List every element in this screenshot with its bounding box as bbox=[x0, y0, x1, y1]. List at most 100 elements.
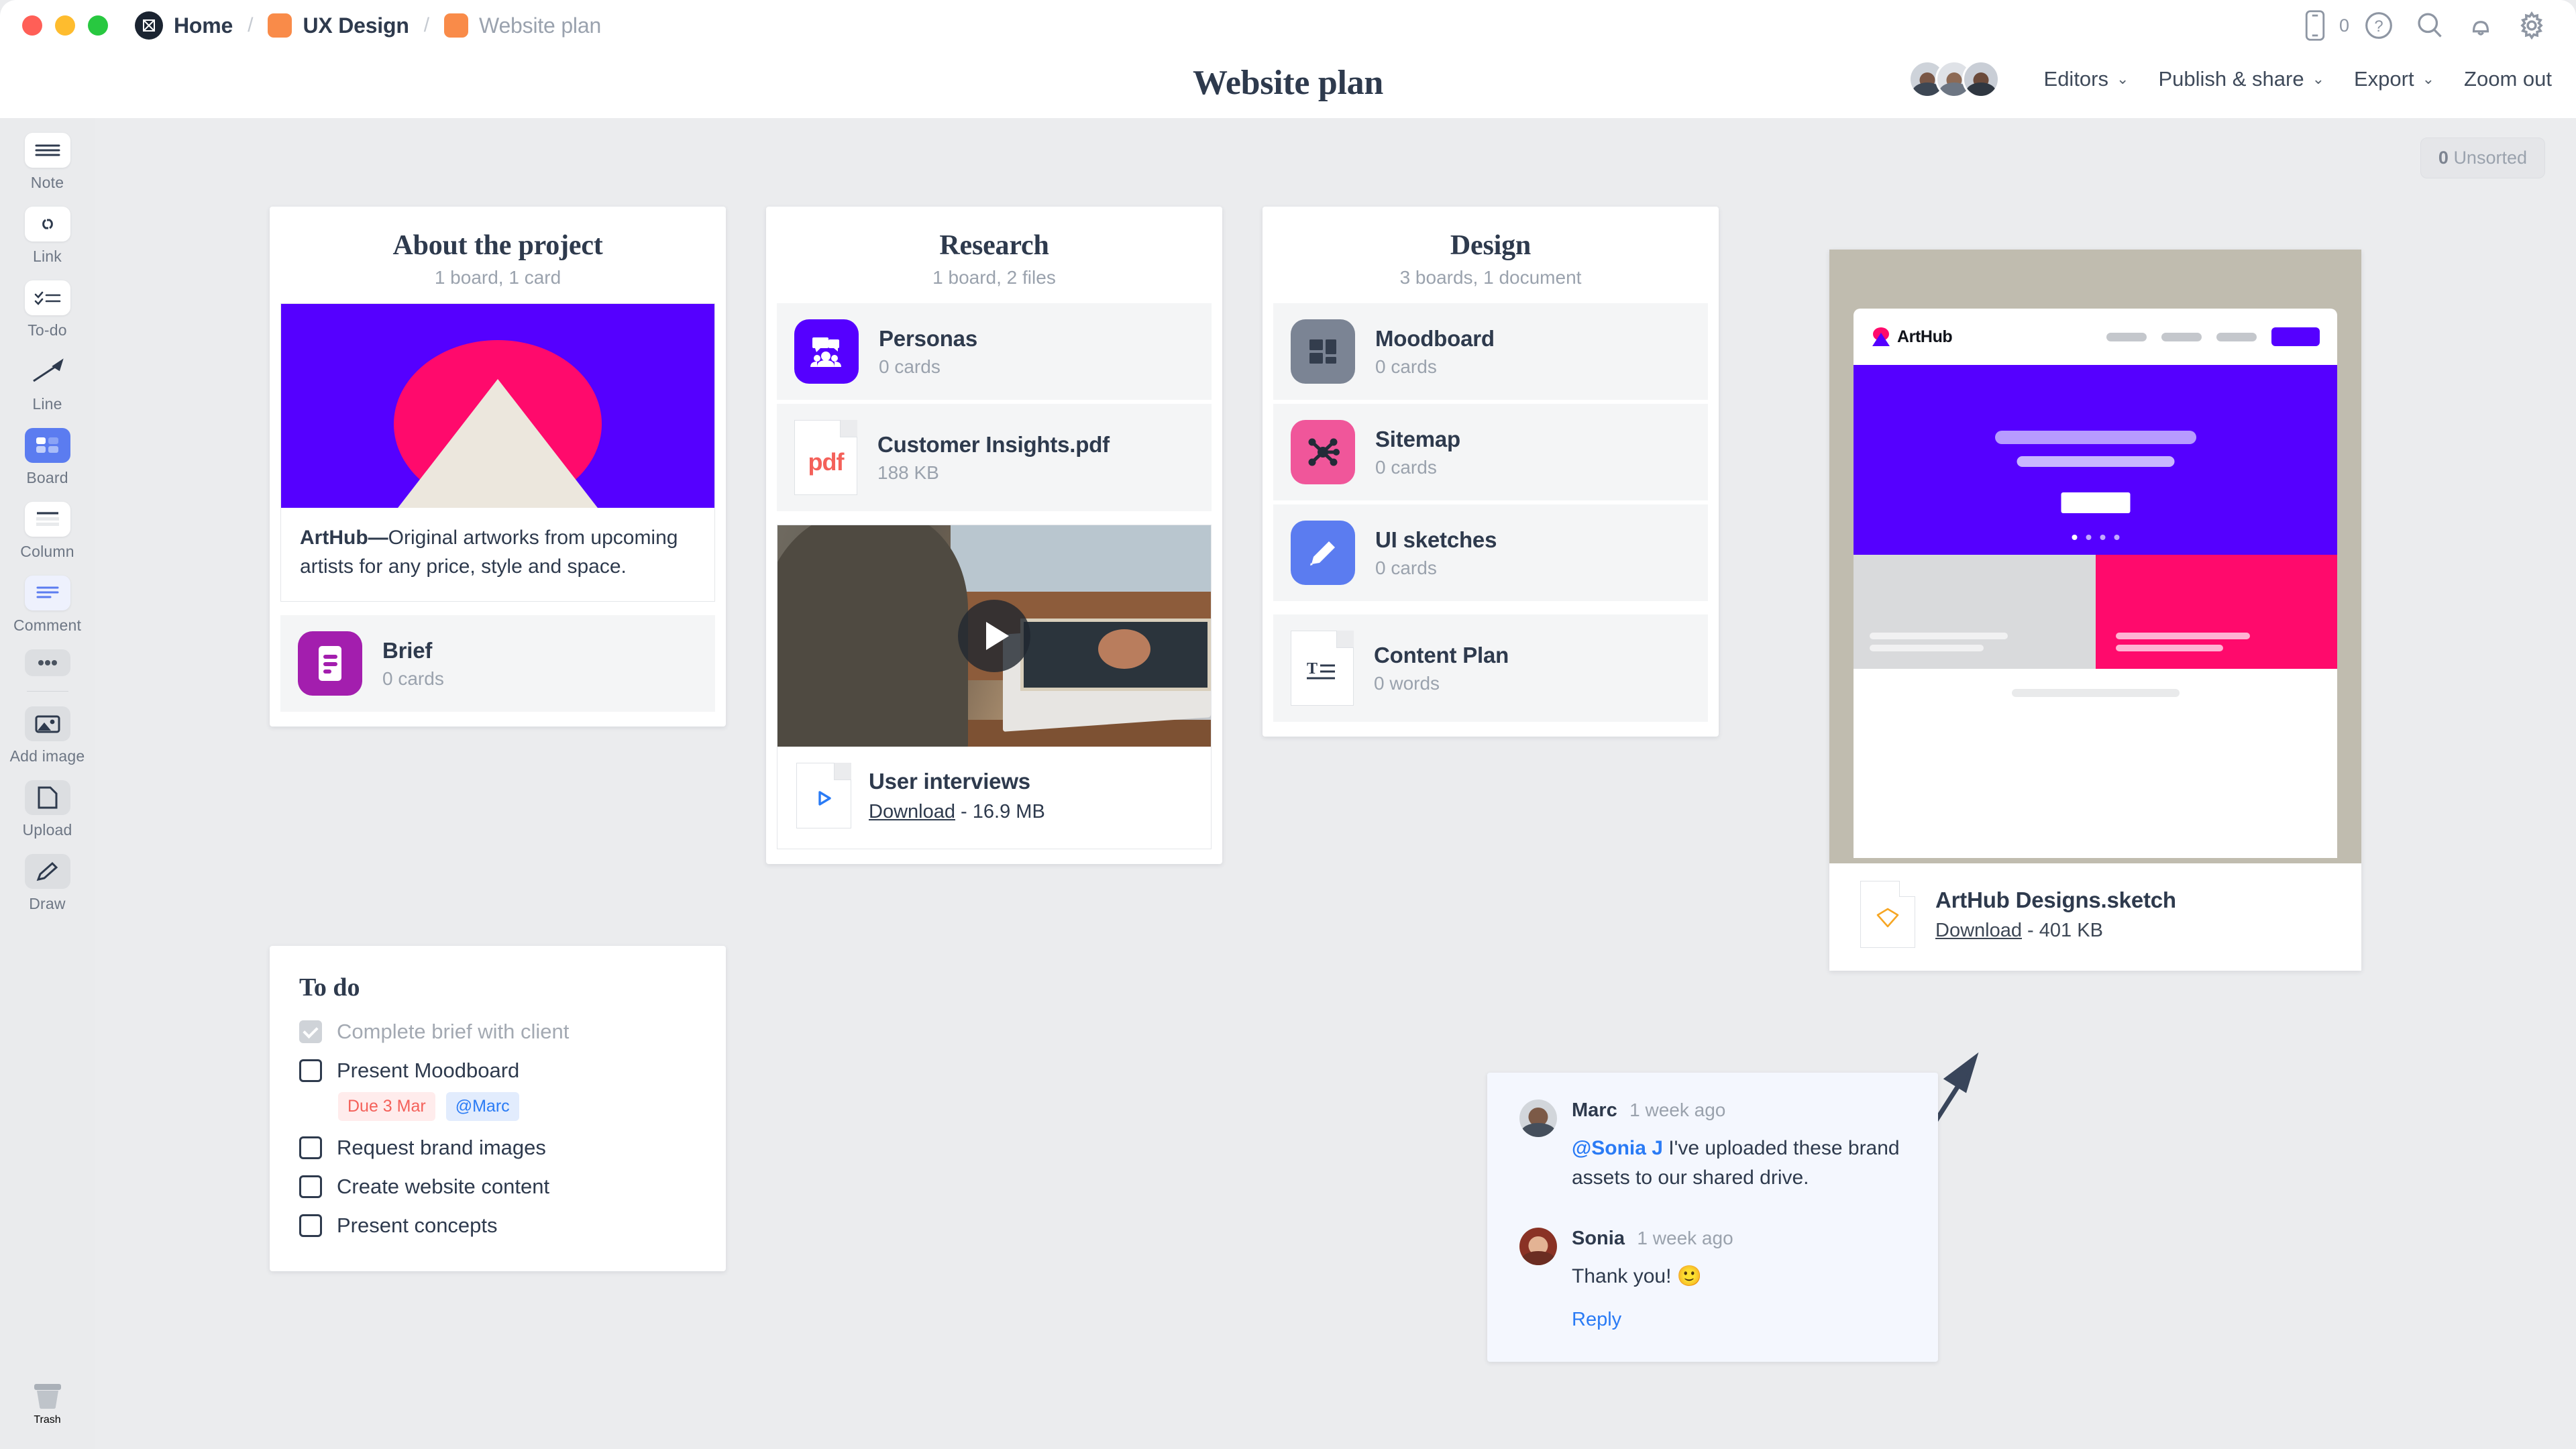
list-item[interactable]: pdf Customer Insights.pdf 188 KB bbox=[777, 404, 1212, 511]
unsorted-label: Unsorted bbox=[2453, 148, 2527, 168]
column-about-the-project[interactable]: About the project 1 board, 1 card ArtHub… bbox=[270, 207, 726, 727]
settings-icon[interactable] bbox=[2510, 4, 2553, 47]
list-item-title: Content Plan bbox=[1374, 642, 1509, 667]
list-item[interactable]: Personas 0 cards bbox=[777, 303, 1212, 400]
tool-todo[interactable]: To-do bbox=[0, 280, 95, 339]
list-item-title: UI sketches bbox=[1375, 527, 1497, 552]
todo-item[interactable]: Present concepts bbox=[299, 1214, 696, 1238]
notifications-icon[interactable] bbox=[2459, 4, 2502, 47]
tool-comment[interactable]: Comment bbox=[0, 576, 95, 635]
tool-more[interactable] bbox=[0, 649, 95, 676]
sketch-file-card[interactable]: ArtHub ArtHub Designs.sketch Download - … bbox=[1829, 250, 2361, 971]
comment-mention[interactable]: @Sonia J bbox=[1572, 1137, 1663, 1159]
close-window-button[interactable] bbox=[22, 15, 42, 36]
publish-share-button[interactable]: Publish & share ⌄ bbox=[2158, 67, 2324, 91]
video-file-icon bbox=[796, 763, 851, 828]
editors-label: Editors bbox=[2043, 67, 2108, 91]
breadcrumb-item-home[interactable]: Home bbox=[135, 11, 233, 40]
column-research[interactable]: Research 1 board, 2 files Personas 0 car… bbox=[766, 207, 1222, 864]
list-item-meta: 0 cards bbox=[879, 356, 941, 377]
tool-column[interactable]: Column bbox=[0, 502, 95, 561]
list-item-meta: 188 KB bbox=[877, 462, 939, 483]
list-item[interactable]: UI sketches 0 cards bbox=[1273, 504, 1708, 601]
download-link[interactable]: Download bbox=[1935, 920, 2022, 941]
zoom-out-button[interactable]: Zoom out bbox=[2464, 67, 2552, 91]
checkbox[interactable] bbox=[299, 1136, 322, 1159]
download-separator: - bbox=[961, 800, 967, 822]
tool-add-image[interactable]: Add image bbox=[0, 706, 95, 765]
todo-item[interactable]: Present Moodboard bbox=[299, 1059, 696, 1083]
pdf-file-icon: pdf bbox=[794, 420, 857, 495]
tool-link[interactable]: Link bbox=[0, 207, 95, 266]
video-download-row: Download - 16.9 MB bbox=[869, 801, 1045, 823]
tool-draw[interactable]: Draw bbox=[0, 854, 95, 913]
todo-item-label: Complete brief with client bbox=[337, 1020, 570, 1043]
editors-button[interactable]: Editors ⌄ bbox=[2044, 67, 2129, 91]
comment-entry: Marc 1 week ago @Sonia J I've uploaded t… bbox=[1519, 1099, 1906, 1193]
list-item-title: Brief bbox=[382, 637, 433, 663]
list-item[interactable]: Sitemap 0 cards bbox=[1273, 404, 1708, 500]
todo-item[interactable]: Create website content bbox=[299, 1175, 696, 1199]
sitemap-icon bbox=[1291, 420, 1355, 484]
milanote-logo-icon bbox=[135, 11, 163, 40]
checkbox[interactable] bbox=[299, 1175, 322, 1198]
due-date-badge[interactable]: Due 3 Mar bbox=[338, 1092, 435, 1121]
todo-item-label: Create website content bbox=[337, 1175, 550, 1198]
tool-trash[interactable]: Trash bbox=[0, 1380, 95, 1426]
list-item[interactable]: T Content Plan 0 words bbox=[1273, 614, 1708, 722]
tool-todo-label: To-do bbox=[28, 321, 67, 339]
sketch-file-name: ArtHub Designs.sketch bbox=[1935, 887, 2176, 912]
column-header: Design 3 boards, 1 document bbox=[1263, 207, 1719, 303]
breadcrumb-item-website-plan[interactable]: Website plan bbox=[444, 13, 601, 38]
checkbox[interactable] bbox=[299, 1059, 322, 1082]
svg-text:T: T bbox=[1307, 660, 1318, 678]
todo-item[interactable]: Request brand images bbox=[299, 1136, 696, 1160]
column-icon bbox=[24, 502, 70, 537]
editor-avatars[interactable] bbox=[1908, 60, 2000, 98]
zoom-out-label: Zoom out bbox=[2464, 67, 2552, 91]
list-item-meta: 0 cards bbox=[1375, 557, 1437, 578]
unsorted-badge[interactable]: 0 Unsorted bbox=[2420, 138, 2545, 178]
minimize-window-button[interactable] bbox=[55, 15, 75, 36]
brief-icon bbox=[298, 631, 362, 696]
list-item-text: UI sketches 0 cards bbox=[1375, 527, 1497, 579]
todo-icon bbox=[24, 280, 70, 315]
arthub-logo-label: ArtHub bbox=[1897, 327, 1953, 346]
comments-card[interactable]: Marc 1 week ago @Sonia J I've uploaded t… bbox=[1487, 1073, 1938, 1362]
list-item-text: Content Plan 0 words bbox=[1374, 643, 1509, 694]
tool-line[interactable]: Line bbox=[0, 354, 95, 413]
note-card[interactable]: ArtHub—Original artworks from upcoming a… bbox=[280, 303, 715, 602]
todo-item[interactable]: Complete brief with client bbox=[299, 1020, 696, 1044]
play-button[interactable] bbox=[958, 600, 1030, 672]
mobile-icon[interactable] bbox=[2294, 4, 2337, 47]
checkbox[interactable] bbox=[299, 1214, 322, 1237]
breadcrumb-item-ux-design[interactable]: UX Design bbox=[268, 13, 409, 38]
avatar bbox=[1962, 60, 2000, 98]
list-item[interactable]: Moodboard 0 cards bbox=[1273, 303, 1708, 400]
tool-board[interactable]: Board bbox=[0, 428, 95, 487]
help-icon[interactable]: ? bbox=[2357, 4, 2400, 47]
board-canvas: 0 Unsorted About the project 1 board, 1 … bbox=[95, 118, 2576, 1449]
mention-badge[interactable]: @Marc bbox=[445, 1092, 519, 1121]
ui-sketches-icon bbox=[1291, 521, 1355, 585]
list-item[interactable]: Brief 0 cards bbox=[280, 615, 715, 712]
maximize-window-button[interactable] bbox=[88, 15, 108, 36]
download-link[interactable]: Download bbox=[869, 801, 955, 822]
unsorted-count: 0 bbox=[2438, 148, 2449, 168]
comment-icon bbox=[24, 576, 70, 610]
upload-icon bbox=[24, 780, 70, 815]
list-item-meta: 0 cards bbox=[382, 667, 444, 689]
tool-note[interactable]: Note bbox=[0, 133, 95, 192]
add-image-icon bbox=[24, 706, 70, 741]
column-design[interactable]: Design 3 boards, 1 document Moodboard 0 … bbox=[1263, 207, 1719, 737]
folder-swatch-icon-2 bbox=[444, 13, 469, 38]
checkbox-checked[interactable] bbox=[299, 1020, 322, 1043]
reply-link[interactable]: Reply bbox=[1572, 1309, 1906, 1331]
export-button[interactable]: Export ⌄ bbox=[2354, 67, 2434, 91]
search-icon[interactable] bbox=[2408, 4, 2451, 47]
note-artwork-image bbox=[281, 304, 714, 508]
video-card[interactable]: User interviews Download - 16.9 MB bbox=[777, 525, 1212, 849]
tool-link-label: Link bbox=[33, 248, 62, 265]
tool-upload[interactable]: Upload bbox=[0, 780, 95, 839]
todo-card[interactable]: To do Complete brief with client Present… bbox=[270, 946, 726, 1271]
